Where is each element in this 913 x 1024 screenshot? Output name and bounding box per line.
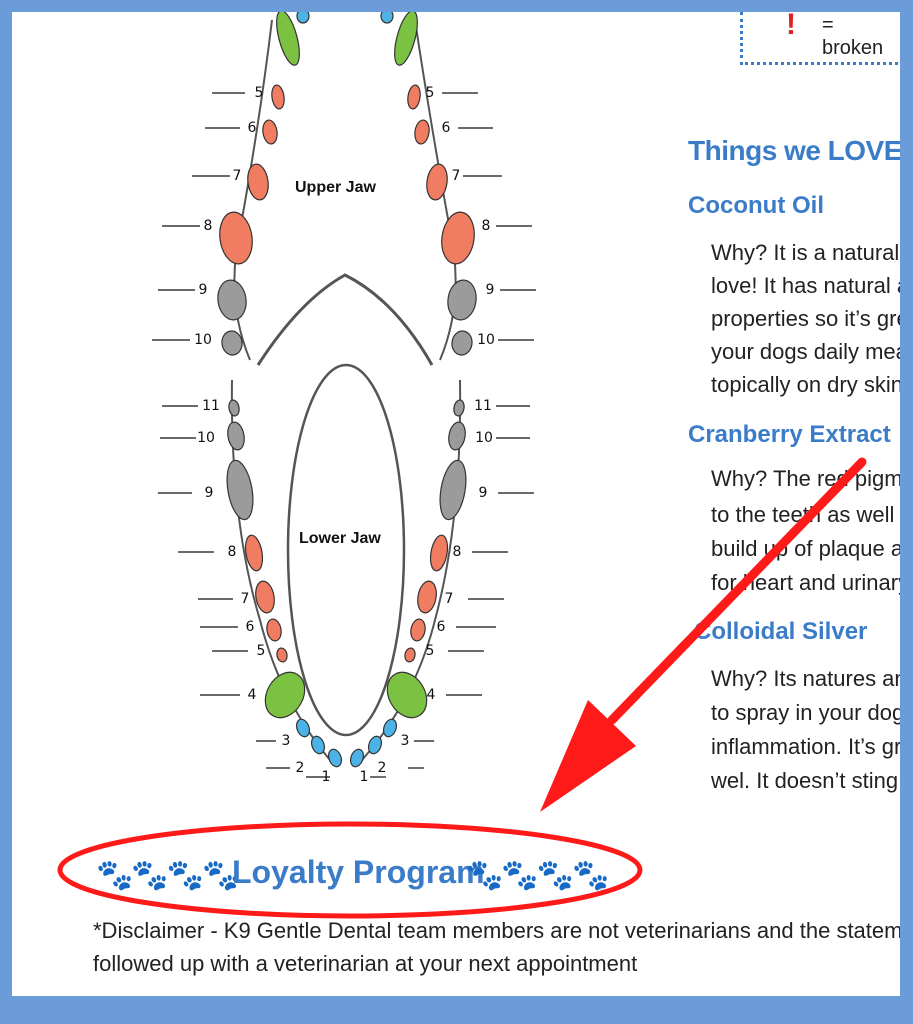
document-page: Upper Jaw Lower Jaw 5 6 7 8 9 10 5 6 7 8 9 10 11 10 9 8… [12,12,900,996]
page-frame-bottom [0,996,913,1024]
annotation-arrow-head [540,700,636,812]
annotation-circle [57,821,643,919]
annotation-overlay [57,457,867,919]
annotation-arrow-shaft [607,457,867,725]
page-frame-left [0,0,12,1024]
